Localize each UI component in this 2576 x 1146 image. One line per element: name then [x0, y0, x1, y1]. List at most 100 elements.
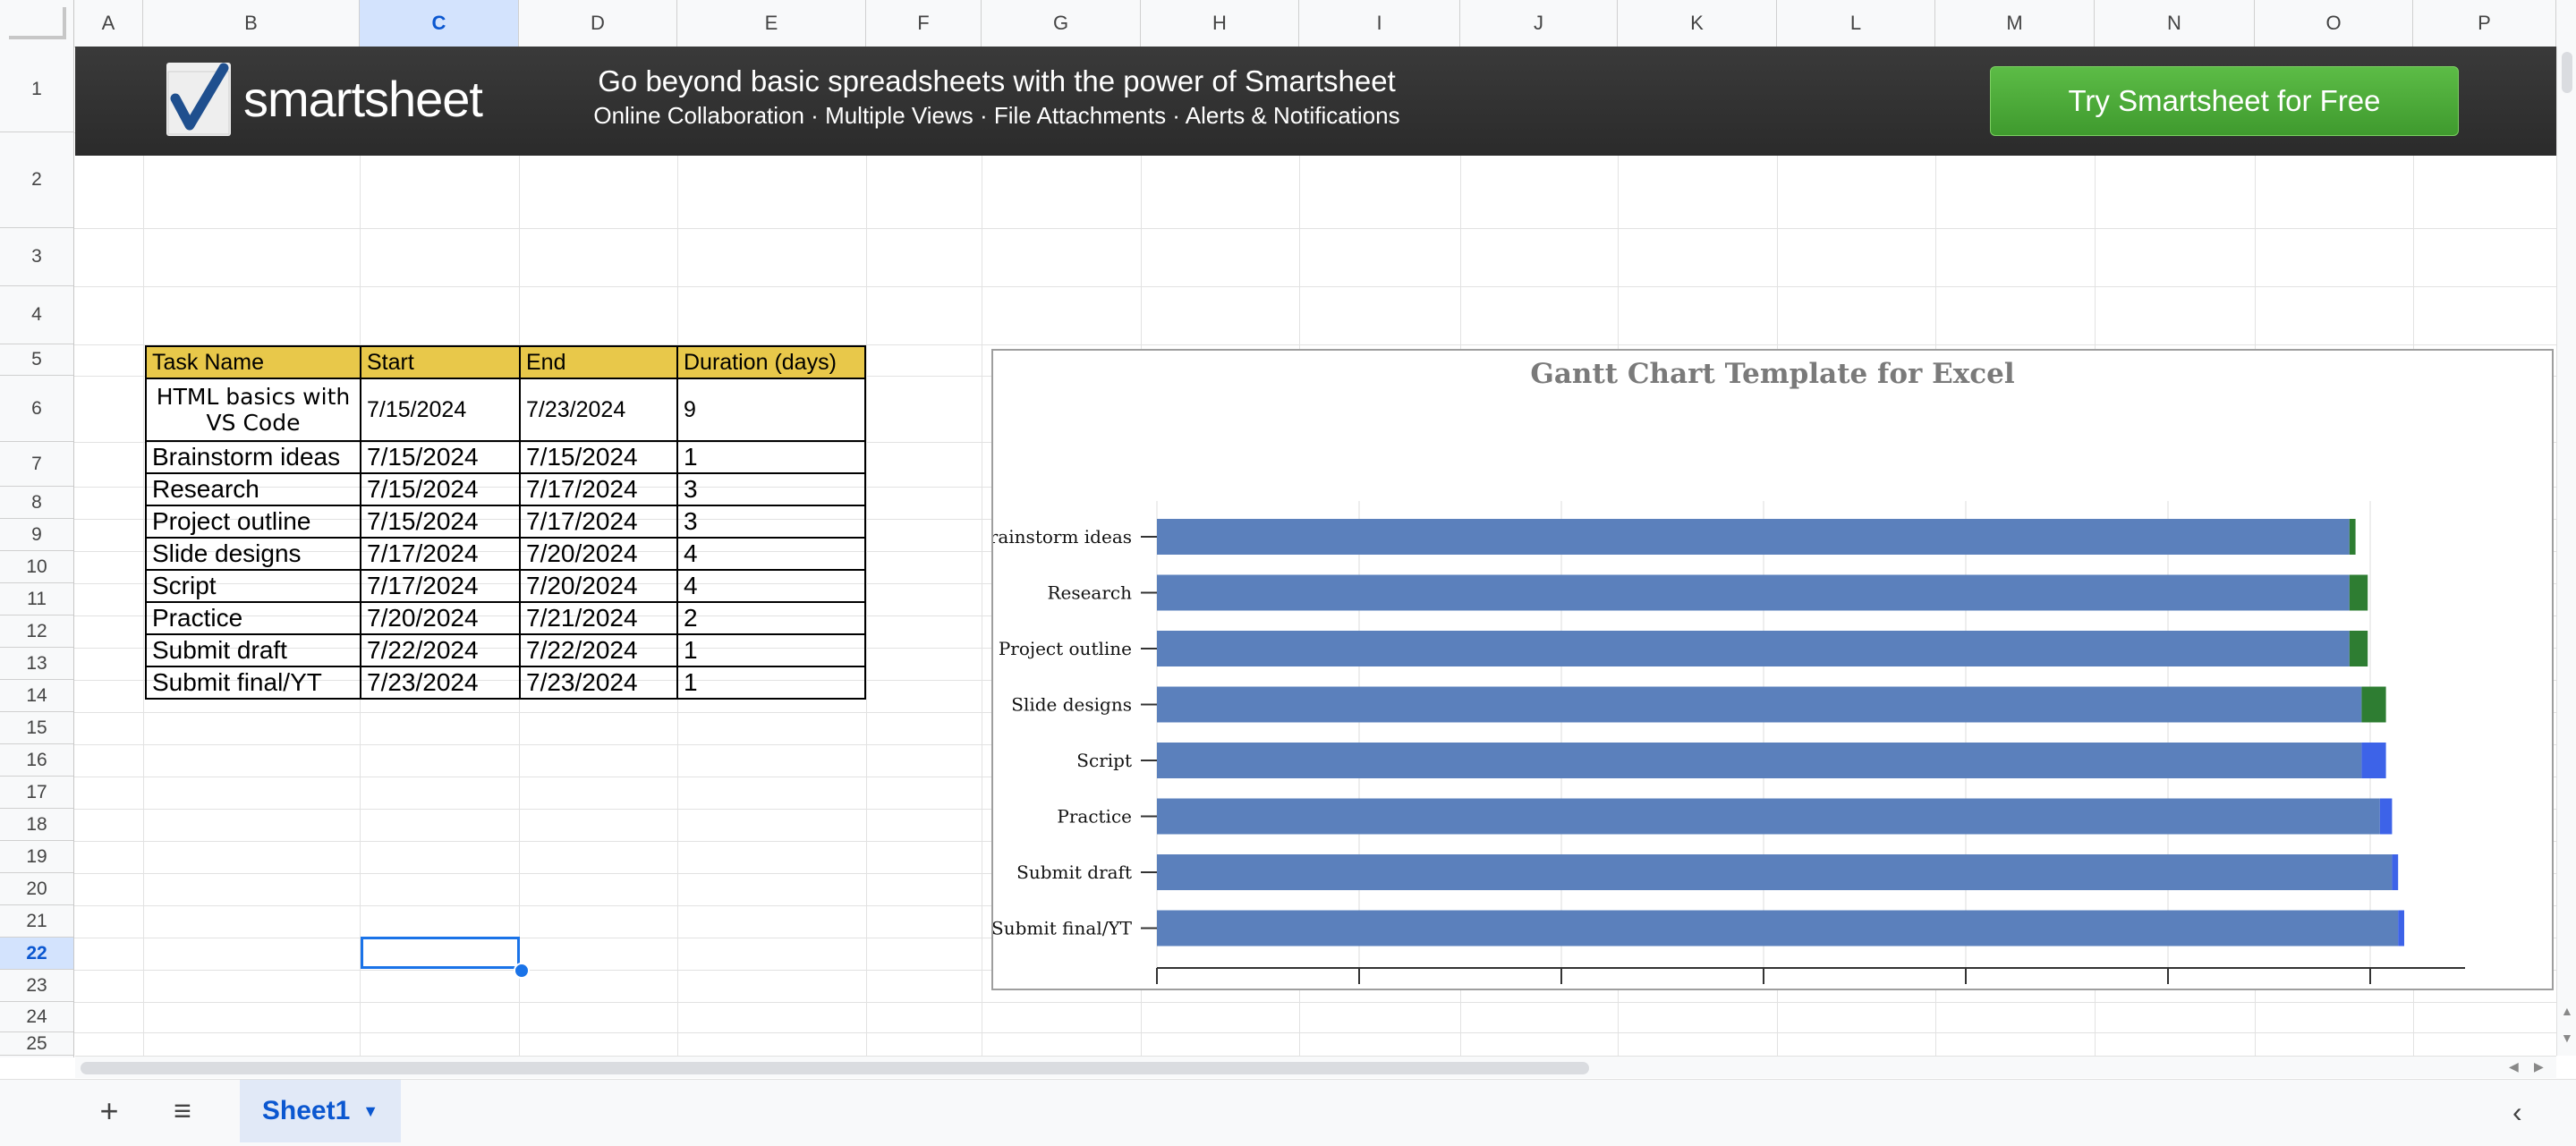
- row-header-19[interactable]: 19: [0, 841, 73, 873]
- column-header-c[interactable]: C: [360, 0, 519, 47]
- column-header-j[interactable]: J: [1460, 0, 1618, 47]
- task-cell[interactable]: 7/23/2024: [519, 378, 678, 442]
- task-cell[interactable]: Slide designs: [145, 537, 361, 571]
- column-header-d[interactable]: D: [519, 0, 677, 47]
- task-cell[interactable]: 7/17/2024: [519, 472, 678, 506]
- sheet-tab-caret-icon[interactable]: ▼: [362, 1102, 378, 1121]
- try-smartsheet-button[interactable]: Try Smartsheet for Free: [1990, 66, 2459, 136]
- task-cell[interactable]: 7/23/2024: [519, 666, 678, 700]
- horizontal-scrollbar[interactable]: ◀ ▶: [75, 1056, 2556, 1078]
- task-cell[interactable]: 3: [676, 472, 866, 506]
- task-cell[interactable]: 7/20/2024: [519, 537, 678, 571]
- column-header-i[interactable]: I: [1299, 0, 1460, 47]
- row-header-4[interactable]: 4: [0, 286, 73, 344]
- task-cell[interactable]: 4: [676, 569, 866, 603]
- column-header-k[interactable]: K: [1618, 0, 1777, 47]
- row-header-8[interactable]: 8: [0, 487, 73, 519]
- task-cell[interactable]: 7/20/2024: [519, 569, 678, 603]
- task-cell[interactable]: 7/22/2024: [360, 633, 521, 667]
- column-header-l[interactable]: L: [1777, 0, 1935, 47]
- gantt-chart[interactable]: Gantt Chart Template for Excel Brainstor…: [991, 349, 2554, 990]
- row-header-14[interactable]: 14: [0, 680, 73, 712]
- vertical-scroll-thumb[interactable]: [2562, 52, 2572, 93]
- add-sheet-button[interactable]: +: [93, 1091, 125, 1132]
- row-header-16[interactable]: 16: [0, 744, 73, 777]
- scroll-left-icon[interactable]: ◀: [2509, 1059, 2519, 1074]
- horizontal-scroll-thumb[interactable]: [81, 1062, 1589, 1074]
- row-header-7[interactable]: 7: [0, 442, 73, 487]
- task-cell[interactable]: 1: [676, 633, 866, 667]
- column-header-a[interactable]: A: [74, 0, 143, 47]
- row-header-24[interactable]: 24: [0, 1002, 73, 1032]
- column-header-b[interactable]: B: [143, 0, 360, 47]
- row-header-3[interactable]: 3: [0, 228, 73, 286]
- task-cell[interactable]: 7/17/2024: [519, 505, 678, 539]
- column-header-m[interactable]: M: [1935, 0, 2095, 47]
- task-cell[interactable]: 7/20/2024: [360, 601, 521, 635]
- task-cell[interactable]: 7/15/2024: [360, 505, 521, 539]
- row-header-17[interactable]: 17: [0, 777, 73, 809]
- row-header-9[interactable]: 9: [0, 519, 73, 551]
- task-cell[interactable]: 2: [676, 601, 866, 635]
- row-header-15[interactable]: 15: [0, 712, 73, 744]
- task-cell[interactable]: 7/17/2024: [360, 569, 521, 603]
- row-header-11[interactable]: 11: [0, 583, 73, 615]
- row-header-5[interactable]: 5: [0, 344, 73, 376]
- row-header-18[interactable]: 18: [0, 809, 73, 841]
- vertical-scrollbar[interactable]: ▲ ▼: [2556, 47, 2576, 1056]
- row-header-21[interactable]: 21: [0, 905, 73, 938]
- task-cell[interactable]: 3: [676, 505, 866, 539]
- row-header-25[interactable]: 25: [0, 1032, 73, 1056]
- task-cell[interactable]: Brainstorm ideas: [145, 440, 361, 474]
- task-cell[interactable]: Research: [145, 472, 361, 506]
- task-cell[interactable]: 7/15/2024: [360, 440, 521, 474]
- task-cell[interactable]: 7/21/2024: [519, 601, 678, 635]
- task-cell[interactable]: 7/15/2024: [519, 440, 678, 474]
- task-cell[interactable]: 9: [676, 378, 866, 442]
- selected-cell[interactable]: [361, 937, 520, 969]
- task-cell[interactable]: 7/15/2024: [360, 378, 521, 442]
- header-duration[interactable]: Duration (days): [676, 345, 866, 379]
- task-cell[interactable]: 7/22/2024: [519, 633, 678, 667]
- row-header-13[interactable]: 13: [0, 648, 73, 680]
- row-header-10[interactable]: 10: [0, 551, 73, 583]
- column-header-g[interactable]: G: [982, 0, 1141, 47]
- column-header-o[interactable]: O: [2255, 0, 2413, 47]
- row-header-1[interactable]: 1: [0, 47, 73, 132]
- task-cell[interactable]: Submit final/YT: [145, 666, 361, 700]
- task-cell[interactable]: 1: [676, 666, 866, 700]
- column-header-e[interactable]: E: [677, 0, 866, 47]
- row-header-20[interactable]: 20: [0, 873, 73, 905]
- task-cell[interactable]: 7/17/2024: [360, 537, 521, 571]
- row-header-6[interactable]: 6: [0, 376, 73, 442]
- column-header-f[interactable]: F: [866, 0, 982, 47]
- task-cell[interactable]: Submit draft: [145, 633, 361, 667]
- row-header-2[interactable]: 2: [0, 132, 73, 228]
- column-header-h[interactable]: H: [1141, 0, 1299, 47]
- task-cell[interactable]: HTML basics with VS Code: [145, 378, 361, 442]
- column-header-n[interactable]: N: [2095, 0, 2255, 47]
- task-cell[interactable]: Script: [145, 569, 361, 603]
- header-end[interactable]: End: [519, 345, 678, 379]
- select-all-corner[interactable]: [0, 0, 74, 47]
- row-header-23[interactable]: 23: [0, 970, 73, 1002]
- scroll-up-icon[interactable]: ▲: [2561, 1004, 2573, 1018]
- header-start[interactable]: Start: [360, 345, 521, 379]
- task-cell[interactable]: 7/15/2024: [360, 472, 521, 506]
- header-task-name[interactable]: Task Name: [145, 345, 361, 379]
- task-cell[interactable]: Project outline: [145, 505, 361, 539]
- task-cell[interactable]: 7/23/2024: [360, 666, 521, 700]
- task-cell[interactable]: 1: [676, 440, 866, 474]
- column-header-p[interactable]: P: [2413, 0, 2556, 47]
- row-header-22[interactable]: 22: [0, 938, 73, 970]
- task-cell[interactable]: 4: [676, 537, 866, 571]
- sheet-tab-sheet1[interactable]: Sheet1 ▼: [240, 1080, 401, 1142]
- smartsheet-banner[interactable]: smartsheet Go beyond basic spreadsheets …: [75, 47, 2556, 156]
- row-header-12[interactable]: 12: [0, 615, 73, 648]
- scroll-right-icon[interactable]: ▶: [2534, 1059, 2544, 1074]
- scroll-down-icon[interactable]: ▼: [2561, 1031, 2573, 1045]
- fill-handle[interactable]: [514, 963, 530, 979]
- task-cell[interactable]: Practice: [145, 601, 361, 635]
- side-panel-toggle-icon[interactable]: ‹: [2512, 1096, 2522, 1129]
- all-sheets-menu-button[interactable]: ≡: [166, 1091, 199, 1132]
